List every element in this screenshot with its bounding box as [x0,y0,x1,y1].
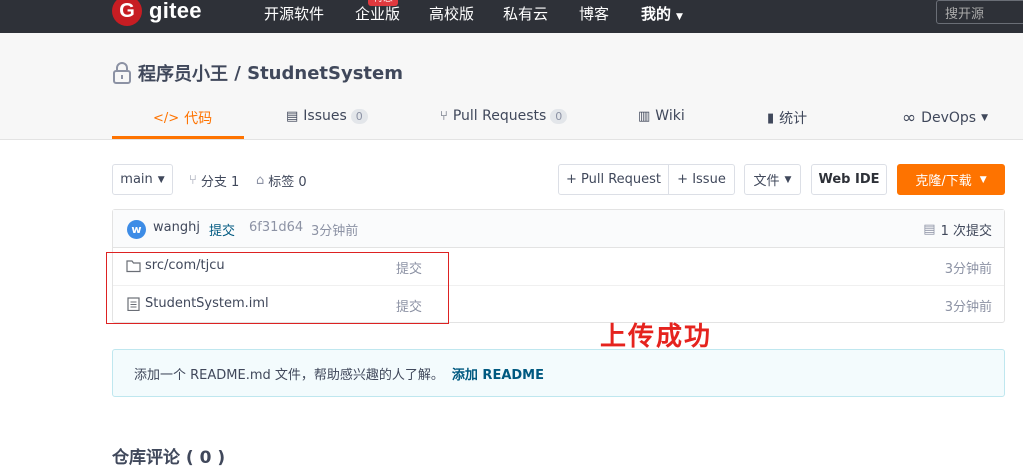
tab-wiki[interactable]: ▥ Wiki [638,108,685,124]
readme-notice-text: 添加一个 README.md 文件，帮助感兴趣的人了解。 [134,367,444,383]
chevron-down-icon: ▼ [784,174,792,185]
chevron-down-icon: ▼ [157,174,165,185]
nav-mine-label: 我的 [641,5,672,23]
commit-hash[interactable]: 6f31d64 [249,220,303,235]
pull-requests-count: 0 [550,108,568,124]
tab-pull-requests-label: Pull Requests [452,108,547,124]
tab-wiki-label: Wiki [655,108,685,124]
clone-download-label: 克隆/下载 [915,174,972,189]
tab-code-label: 代码 [184,111,213,127]
repo-title: 程序员小王 / StudnetSystem [112,60,403,86]
tab-devops[interactable]: ∞ DevOps ▼ [902,108,988,128]
branch-select-label: main [120,172,153,187]
file-list: w wanghj 提交 6f31d64 3分钟前 ▤ 1 次提交 src/com… [112,209,1005,323]
web-ide-button[interactable]: Web IDE [811,164,887,195]
issues-count: 0 [350,108,368,124]
tab-statistics[interactable]: ▮ 统计 [767,108,807,128]
commit-author[interactable]: wanghj [153,220,200,235]
tab-pull-requests[interactable]: ⑂ Pull Requests 0 [440,108,568,124]
commit-count-link[interactable]: ▤ 1 次提交 [923,220,992,239]
tab-code[interactable]: </> 代码 [153,108,212,128]
tag-icon: ⌂ [256,173,265,188]
chevron-down-icon: ▼ [979,174,987,185]
file-row[interactable]: StudentSystem.iml 提交 3分钟前 [113,286,1004,324]
file-name-link[interactable]: src/com/tjcu [145,258,225,273]
file-name-link[interactable]: StudentSystem.iml [145,296,269,311]
files-dropdown[interactable]: 文件 ▼ [744,164,801,195]
nav-university[interactable]: 高校版 [429,3,474,24]
nav-mine[interactable]: 我的 ▼ [641,3,683,24]
gitee-logo-text: gitee [149,0,202,23]
commit-message[interactable]: 提交 [209,220,235,239]
files-dropdown-label: 文件 [753,174,780,189]
branches-label: 分支 1 [200,175,240,190]
branch-select[interactable]: main ▼ [112,164,173,195]
branch-icon: ⑂ [189,173,197,188]
file-commit-time: 3分钟前 [944,300,992,315]
wiki-icon: ▥ [638,108,651,124]
file-icon [127,297,140,311]
search-input[interactable]: 搜开源 [936,0,1023,24]
clone-download-button[interactable]: 克隆/下载 ▼ [897,164,1005,195]
tab-devops-label: DevOps [921,110,977,126]
pull-request-icon: ⑂ [440,108,448,124]
gitee-logo-icon: G [112,0,142,26]
nav-blog[interactable]: 博客 [579,3,609,24]
folder-icon [126,260,141,273]
commit-count-label: 1 次提交 [940,224,992,239]
active-tab-indicator [112,136,244,139]
code-icon: </> [153,110,180,126]
new-pull-request-button[interactable]: + Pull Request [558,164,669,195]
chevron-down-icon: ▼ [981,113,988,123]
top-navbar: G gitee 开源软件 企业版 特惠 高校版 私有云 博客 我的 ▼ 搜开源 [0,0,1023,33]
chevron-down-icon: ▼ [676,12,683,22]
file-row[interactable]: src/com/tjcu 提交 3分钟前 [113,248,1004,286]
branches-link[interactable]: ⑂ 分支 1 [189,171,239,190]
issues-icon: ▤ [286,108,299,124]
nav-open-source[interactable]: 开源软件 [264,3,324,24]
new-issue-button[interactable]: + Issue [668,164,735,195]
latest-commit-bar: w wanghj 提交 6f31d64 3分钟前 ▤ 1 次提交 [113,210,1004,248]
file-commit-message[interactable]: 提交 [396,258,422,277]
file-commit-time: 3分钟前 [944,262,992,277]
document-icon: ▤ [923,222,936,237]
nav-private-cloud[interactable]: 私有云 [503,3,548,24]
tags-link[interactable]: ⌂ 标签 0 [256,171,307,190]
tab-statistics-label: 统计 [779,111,808,127]
repo-separator: / [228,62,248,84]
bar-chart-icon: ▮ [767,110,775,126]
repo-header: 程序员小王 / StudnetSystem </> 代码 ▤ Issues 0 … [0,33,1023,140]
upload-success-annotation: 上传成功 [600,322,713,352]
infinity-icon: ∞ [902,108,917,128]
lock-icon [113,62,131,84]
file-commit-message[interactable]: 提交 [396,296,422,315]
tags-label: 标签 0 [268,175,307,190]
repo-comments-heading: 仓库评论 ( 0 ) [112,448,226,468]
avatar[interactable]: w [127,220,146,239]
tab-issues-label: Issues [303,108,347,124]
repo-name-link[interactable]: StudnetSystem [247,63,403,84]
nav-enterprise[interactable]: 企业版 [355,3,400,24]
repo-owner-link[interactable]: 程序员小王 [138,60,228,86]
promo-badge: 特惠 [368,0,398,6]
add-readme-link[interactable]: 添加 README [452,364,544,383]
gitee-logo[interactable]: G gitee [112,0,202,26]
readme-notice: 添加一个 README.md 文件，帮助感兴趣的人了解。 添加 README [112,349,1005,397]
tab-issues[interactable]: ▤ Issues 0 [286,108,368,124]
commit-time: 3分钟前 [311,224,359,239]
